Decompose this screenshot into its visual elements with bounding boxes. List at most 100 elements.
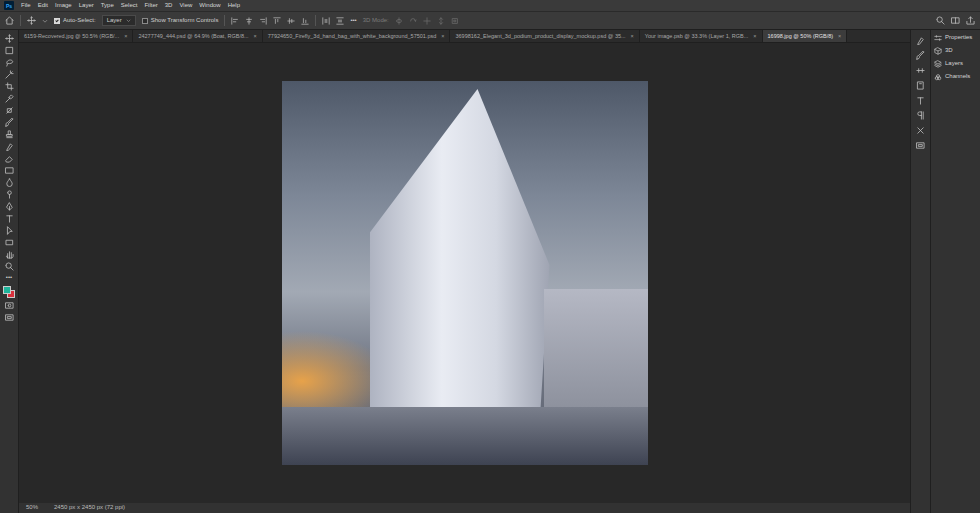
- panel-label: Channels: [945, 73, 970, 80]
- app-logo[interactable]: Ps: [4, 1, 14, 10]
- move-tool-icon[interactable]: [5, 34, 14, 43]
- document-tab[interactable]: 24277749_444.psd @ 64.9% (Boat, RGB/8...…: [133, 30, 262, 42]
- quick-mask-icon[interactable]: [5, 301, 14, 310]
- auto-select-option[interactable]: Auto-Select:: [54, 17, 96, 24]
- heal-tool-icon[interactable]: [5, 106, 14, 115]
- document-size[interactable]: 2450 px x 2450 px (72 ppi): [54, 504, 125, 511]
- channels-icon: [934, 73, 942, 81]
- document-tab[interactable]: 6159-Recovered.jpg @ 50.5% (RGB/...×: [19, 30, 133, 42]
- close-tab-button[interactable]: ×: [441, 33, 444, 40]
- distribute-icon[interactable]: [322, 17, 330, 25]
- menu-item[interactable]: Window: [199, 2, 220, 9]
- brush-tool-icon[interactable]: [5, 118, 14, 127]
- menu-item[interactable]: Help: [228, 2, 240, 9]
- target-value: Layer: [107, 17, 122, 24]
- transform-label: Show Transform Controls: [151, 17, 219, 24]
- document-tab[interactable]: 77924650_Firefly_3d_hand_bag_with_white_…: [263, 30, 451, 42]
- auto-select-checkbox[interactable]: [54, 18, 60, 24]
- menu-item[interactable]: Select: [121, 2, 138, 9]
- close-tab-button[interactable]: ×: [753, 33, 756, 40]
- align-icon[interactable]: [287, 17, 295, 25]
- align-icon[interactable]: [301, 17, 309, 25]
- panel-icons: [910, 30, 930, 513]
- lasso-tool-icon[interactable]: [5, 58, 14, 67]
- document-tab[interactable]: Your image.psb @ 33.3% (Layer 1, RGB... ×: [640, 30, 763, 42]
- home-icon[interactable]: [5, 16, 14, 25]
- document-image[interactable]: [282, 81, 648, 465]
- props-icon: [934, 34, 942, 42]
- blur-tool-icon[interactable]: [5, 178, 14, 187]
- crop-tool-icon[interactable]: [5, 82, 14, 91]
- auto-select-label: Auto-Select:: [63, 17, 96, 24]
- target-select[interactable]: Layer: [102, 15, 136, 26]
- move-tool-icon[interactable]: [27, 16, 36, 25]
- eraser-tool-icon[interactable]: [5, 154, 14, 163]
- wand-tool-icon[interactable]: [5, 70, 14, 79]
- dropper-tool-icon[interactable]: [5, 94, 14, 103]
- align-icon[interactable]: [231, 17, 239, 25]
- dropdown-icon[interactable]: [42, 18, 48, 24]
- libs-panel-icon[interactable]: [916, 81, 925, 90]
- type-tool-icon[interactable]: [5, 214, 14, 223]
- history-panel-icon[interactable]: [916, 36, 925, 45]
- marquee-tool-icon[interactable]: [5, 46, 14, 55]
- color-swatches[interactable]: [3, 286, 15, 298]
- edit-toolbar[interactable]: •••: [6, 274, 12, 281]
- panel-item[interactable]: Channels: [934, 73, 977, 81]
- align-icon[interactable]: [273, 17, 281, 25]
- menu-item[interactable]: Type: [101, 2, 114, 9]
- distribute-icon[interactable]: [336, 17, 344, 25]
- close-tab-button[interactable]: ×: [124, 33, 127, 40]
- type-panel-icon[interactable]: [916, 96, 925, 105]
- tab-label: 77924650_Firefly_3d_hand_bag_with_white_…: [268, 33, 437, 40]
- more-options[interactable]: •••: [350, 17, 356, 24]
- screen-mode-icon[interactable]: [5, 313, 14, 322]
- menu-item[interactable]: View: [179, 2, 192, 9]
- options-bar: Auto-Select: Layer Show Transform Controls…: [0, 11, 980, 30]
- align-icon[interactable]: [245, 17, 253, 25]
- menu-item[interactable]: Filter: [144, 2, 157, 9]
- pathsel-tool-icon[interactable]: [5, 226, 14, 235]
- menu-item[interactable]: Layer: [79, 2, 94, 9]
- close-tab-button[interactable]: ×: [838, 33, 841, 40]
- document-tab[interactable]: 36998162_Elegant_3d_podium_product_displ…: [450, 30, 639, 42]
- stamp-tool-icon[interactable]: [5, 130, 14, 139]
- panel-item[interactable]: Layers: [934, 60, 977, 68]
- pen-tool-icon[interactable]: [5, 202, 14, 211]
- align-icon[interactable]: [259, 17, 267, 25]
- shape-tool-icon[interactable]: [5, 238, 14, 247]
- panel-item[interactable]: 3D: [934, 47, 977, 55]
- adjust-panel-icon[interactable]: [916, 66, 925, 75]
- status-bar: 50% 2450 px x 2450 px (72 ppi): [19, 503, 910, 513]
- dodge-tool-icon[interactable]: [5, 190, 14, 199]
- gradient-tool-icon[interactable]: [5, 166, 14, 175]
- search-icon[interactable]: [936, 16, 945, 25]
- tab-label: 16998.jpg @ 50% (RGB/8): [768, 33, 834, 40]
- panel-label: 3D: [945, 47, 953, 54]
- transform-option[interactable]: Show Transform Controls: [142, 17, 219, 24]
- zoom-level[interactable]: 50%: [26, 504, 38, 511]
- brush-panel-icon[interactable]: [916, 51, 925, 60]
- close-tab-button[interactable]: ×: [254, 33, 257, 40]
- cube-icon: [934, 47, 942, 55]
- share-icon[interactable]: [966, 16, 975, 25]
- hand-tool-icon[interactable]: [5, 250, 14, 259]
- tool-panel-icon[interactable]: [916, 126, 925, 135]
- zoom-tool-icon[interactable]: [5, 262, 14, 271]
- tab-label: Your image.psb @ 33.3% (Layer 1, RGB...: [645, 33, 749, 40]
- workspace-icon[interactable]: [951, 16, 960, 25]
- 3d-slide-icon: [437, 17, 445, 25]
- panel-item[interactable]: Properties: [934, 34, 977, 42]
- transform-checkbox[interactable]: [142, 18, 148, 24]
- menu-item[interactable]: 3D: [165, 2, 173, 9]
- screen-panel-icon[interactable]: [916, 141, 925, 150]
- foreground-color[interactable]: [3, 286, 11, 294]
- close-tab-button[interactable]: ×: [631, 33, 634, 40]
- menu-item[interactable]: File: [21, 2, 31, 9]
- menu-item[interactable]: Edit: [38, 2, 48, 9]
- para-panel-icon[interactable]: [916, 111, 925, 120]
- 3d-orbit-icon: [395, 17, 403, 25]
- history-tool-icon[interactable]: [5, 142, 14, 151]
- menu-item[interactable]: Image: [55, 2, 72, 9]
- document-tab[interactable]: 16998.jpg @ 50% (RGB/8) ×: [763, 30, 848, 42]
